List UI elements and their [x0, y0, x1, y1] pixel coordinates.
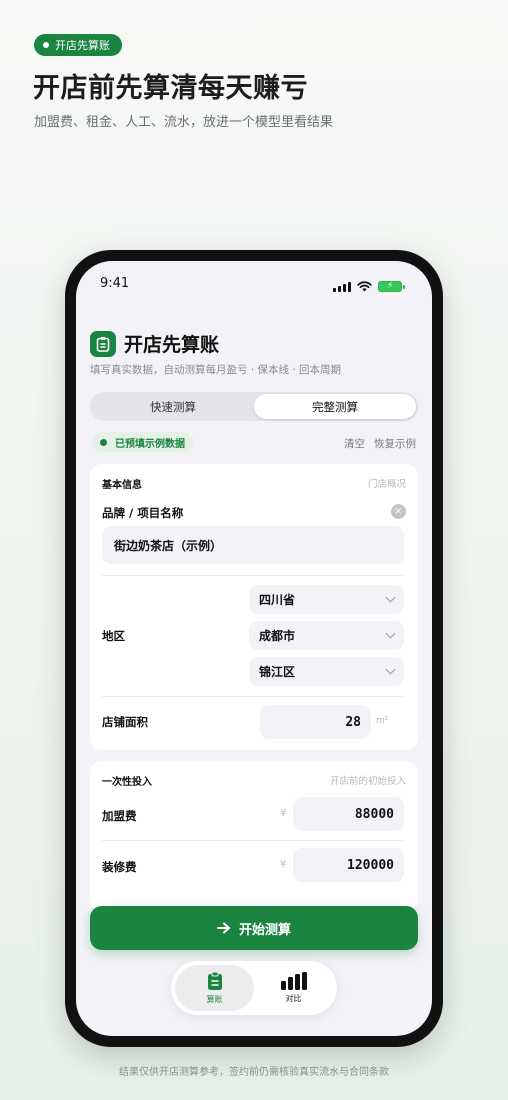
status-dot-icon: [100, 438, 107, 446]
divider: [102, 696, 406, 697]
brand-label: 品牌 / 项目名称: [102, 506, 184, 520]
chevron-down-icon: [385, 592, 396, 603]
chevron-down-icon: [385, 628, 396, 639]
city-value: 成都市: [259, 629, 296, 643]
divider: [102, 840, 406, 841]
renovation-fee-label: 装修费: [102, 860, 137, 874]
prefill-status-badge: 已预填示例数据: [92, 432, 193, 452]
tab-calc[interactable]: 算账: [175, 965, 254, 1011]
chevron-down-icon: [385, 664, 396, 675]
one-time-investment-card: 一次性投入 开店前的初始投入 加盟费 ¥ 88000 装修费 ¥ 120000: [90, 761, 418, 911]
card-hint-basic-info: 门店概况: [367, 479, 406, 490]
app-screen: 9:41 ⚡ 开店先算账 填写真实数据，自动测算每月盈亏 · 保本线 · 回本周…: [76, 261, 432, 1036]
promo-tag: 开店先算账: [34, 34, 122, 56]
segment-quick-calc[interactable]: 快速测算: [92, 394, 254, 419]
battery-charging-icon: ⚡: [378, 281, 405, 292]
card-title-basic-info: 基本信息: [102, 480, 142, 491]
card-title-one-time-investment: 一次性投入: [102, 777, 152, 788]
tab-calc-label: 算账: [206, 995, 223, 1004]
promo-title: 开店前先算清每天赚亏: [33, 73, 308, 104]
phone-frame: 9:41 ⚡ 开店先算账 填写真实数据，自动测算每月盈亏 · 保本线 · 回本周…: [65, 250, 443, 1047]
mode-segmented-control: 快速测算 完整测算: [90, 392, 418, 421]
cellular-signal-icon: [333, 281, 351, 292]
status-icons: ⚡: [333, 281, 405, 292]
bottom-tab-bar: 算账 对比: [171, 961, 337, 1015]
wifi-icon: [357, 281, 372, 292]
tag-dot-icon: [43, 42, 49, 48]
status-time: 9:41: [100, 276, 130, 291]
province-select[interactable]: 四川省: [249, 585, 404, 614]
app-subtitle: 填写真实数据，自动测算每月盈亏 · 保本线 · 回本周期: [90, 364, 342, 376]
bar-chart-icon: [280, 972, 307, 990]
clear-input-icon[interactable]: ×: [391, 504, 406, 519]
promo-subtitle: 加盟费、租金、人工、流水，放进一个模型里看结果: [34, 115, 334, 130]
prefill-badge-label: 已预填示例数据: [115, 438, 185, 450]
city-select[interactable]: 成都市: [249, 621, 404, 650]
tab-compare[interactable]: 对比: [254, 965, 333, 1011]
arrow-right-icon: [216, 922, 230, 934]
start-calculation-button[interactable]: 开始测算: [90, 906, 418, 950]
area-unit: m²: [376, 716, 389, 726]
clipboard-icon: [90, 331, 116, 357]
start-calculation-label: 开始测算: [238, 922, 291, 938]
restore-example-button[interactable]: 恢复示例: [374, 436, 416, 451]
basic-info-card: 基本信息 门店概况 品牌 / 项目名称 × 街边奶茶店（示例） 地区 四川省 成…: [90, 464, 418, 750]
disclaimer-footer: 结果仅供开店测算参考，签约前仍需核验真实流水与合同条款: [119, 1067, 389, 1078]
store-area-label: 店铺面积: [102, 715, 148, 729]
store-area-input[interactable]: 28: [260, 705, 371, 739]
app-title: 开店先算账: [124, 334, 220, 356]
franchise-fee-label: 加盟费: [102, 809, 137, 823]
district-value: 锦江区: [259, 665, 296, 679]
brand-name-input[interactable]: 街边奶茶店（示例）: [102, 526, 404, 564]
segment-full-calc[interactable]: 完整测算: [254, 394, 416, 419]
region-label: 地区: [102, 629, 125, 643]
currency-symbol: ¥: [280, 808, 287, 819]
district-select[interactable]: 锦江区: [249, 657, 404, 686]
divider: [102, 575, 406, 576]
promo-tag-label: 开店先算账: [55, 39, 110, 52]
clipboard-tab-icon: [207, 971, 222, 990]
card-hint-one-time-investment: 开店前的初始投入: [329, 776, 406, 787]
franchise-fee-input[interactable]: 88000: [293, 797, 404, 831]
renovation-fee-input[interactable]: 120000: [293, 848, 404, 882]
province-value: 四川省: [259, 593, 296, 607]
tab-compare-label: 对比: [285, 994, 302, 1003]
clear-button[interactable]: 清空: [344, 436, 365, 451]
currency-symbol: ¥: [280, 859, 287, 870]
